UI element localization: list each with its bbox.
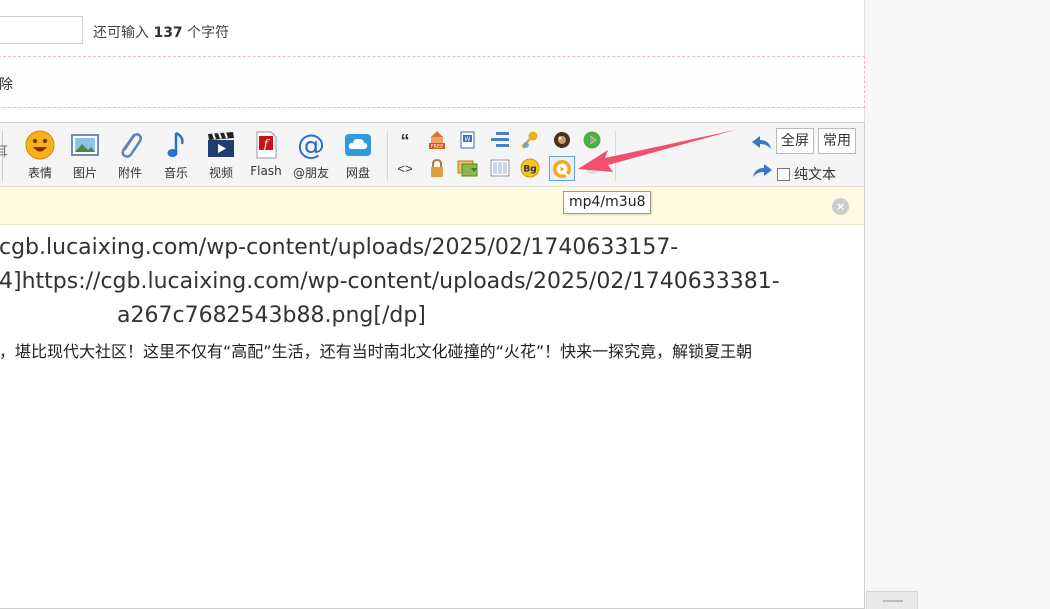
horizontal-rule-button[interactable] [489,129,511,151]
quote-icon: “ [400,130,410,151]
tooltip: mp4/m3u8 [563,191,652,214]
content-line: ，堪比现代大社区！这里不仅有“高配”生活，还有当时南北文化碰撞的“火花”！快来一… [0,342,753,361]
char-count-prefix: 还可输入 [93,25,149,41]
tool-icon [586,162,598,174]
notice-box: 除 [0,56,865,108]
quote-button[interactable]: “ [394,130,416,152]
char-count-suffix: 个字符 [187,25,230,41]
content-line: 4]https://cgb.lucaixing.com/wp-content/u… [0,269,780,294]
lock-icon [431,158,443,177]
content-line: cgb.lucaixing.com/wp-content/uploads/202… [0,235,679,260]
undo-arrow-icon [752,136,771,149]
bg-badge-icon: Bg [520,158,540,178]
char-count-number: 137 [153,25,183,41]
cloud-icon [345,134,371,156]
video-stream-icon [553,159,571,178]
disc-icon [554,132,570,148]
gallery-button[interactable] [457,157,479,179]
image-label: 图片 [72,166,97,180]
photo-stack-icon [457,160,478,177]
flash-button[interactable]: f Flash [245,129,287,183]
list-lines-icon [491,132,509,147]
flash-icon: f [256,131,277,159]
plain-text-toggle[interactable]: 纯文本 [777,164,836,184]
attachment-label: 附件 [117,166,142,180]
fullscreen-button[interactable]: 全屏 [776,128,814,154]
back-to-top-button[interactable] [866,591,918,609]
svg-text:Bg: Bg [523,165,536,175]
lock-button[interactable] [426,157,448,179]
netdisk-label: 网盘 [345,166,370,180]
word-doc-icon: W [460,131,475,149]
smiley-button[interactable]: 表情 [19,129,61,183]
smiley-icon [25,130,55,160]
extra-tool-button[interactable] [581,157,603,179]
char-count: 还可输入 137 个字符 [93,22,229,42]
toolbar-separator [387,131,388,181]
image-icon [71,134,99,156]
toolbar-separator-2 [615,131,616,181]
notice-text: 除 [0,77,13,93]
smiley-label: 表情 [27,166,52,180]
title-input[interactable] [0,16,83,44]
redo-button[interactable] [751,160,773,182]
editor-toolbar: 耳 表情 图片 附件 音乐 视频 f Flash @ @朋友 网盘 “ FREE… [0,123,864,187]
svg-text:W: W [465,136,471,143]
mention-label: @朋友 [292,166,329,180]
toolbar-left-stub: 耳 [0,144,9,159]
mp4-m3u8-button[interactable] [549,156,575,181]
redo-arrow-icon [753,164,772,177]
free-icon: FREE [429,131,445,150]
background-button[interactable]: Bg [519,157,541,179]
plain-text-label: 纯文本 [794,167,836,183]
at-icon: @ [297,129,325,161]
word-paste-button[interactable]: W [457,129,479,151]
mention-button[interactable]: @ @朋友 [290,129,332,183]
common-button[interactable]: 常用 [818,128,856,154]
play-circle-icon [583,131,601,149]
plain-text-checkbox[interactable] [777,167,790,181]
rich-editor: 耳 表情 图片 附件 音乐 视频 f Flash @ @朋友 网盘 “ FREE… [0,122,865,609]
hide-content-button[interactable] [519,129,541,151]
key-icon [521,131,538,149]
table-button[interactable] [489,157,511,179]
image-button[interactable]: 图片 [64,129,106,183]
video-label: 视频 [208,166,233,180]
svg-text:FREE: FREE [431,144,444,150]
undo-button[interactable] [751,132,773,154]
music-label: 音乐 [163,166,188,180]
flash-label: Flash [250,164,282,178]
media-play-button[interactable] [581,129,603,151]
film-icon [208,132,234,157]
free-button[interactable]: FREE [426,128,448,150]
code-button[interactable]: <> [394,157,416,179]
audio-button[interactable] [551,129,573,151]
close-icon[interactable]: × [832,198,849,215]
columns-icon [490,159,510,177]
netdisk-button[interactable]: 网盘 [337,129,379,183]
hint-bar: × [0,187,864,225]
code-icon: <> [397,160,413,176]
attachment-button[interactable]: 附件 [109,129,151,183]
content-line: a267c7682543b88.png[/dp] [117,303,426,328]
video-button[interactable]: 视频 [200,129,242,183]
music-button[interactable]: 音乐 [155,129,197,183]
post-editor-panel: 还可输入 137 个字符 除 耳 表情 图片 附件 音乐 视频 f Flash … [0,0,865,609]
music-note-icon [167,131,184,157]
svg-text:@: @ [297,129,325,161]
paperclip-icon [121,133,143,158]
